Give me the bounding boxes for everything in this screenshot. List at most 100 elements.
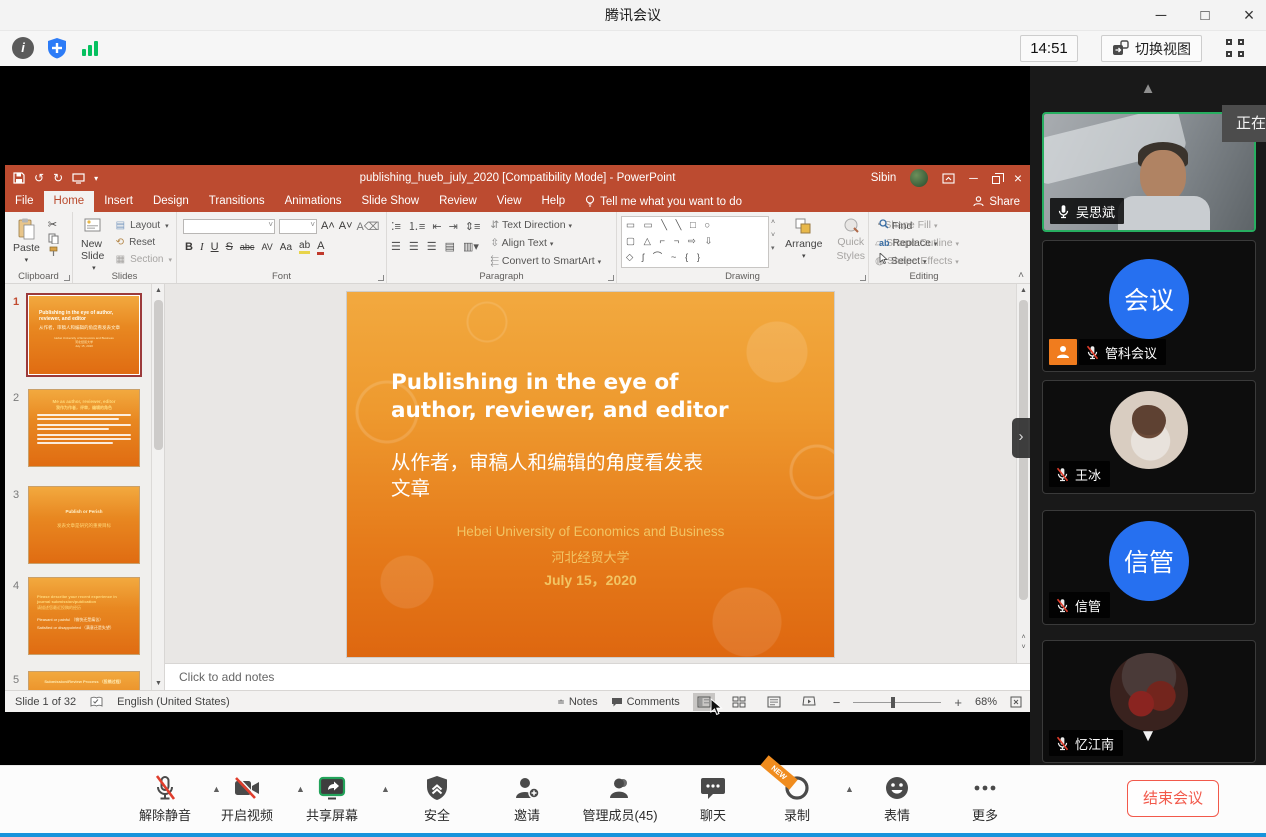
ppt-restore-button[interactable] [992, 176, 1000, 184]
character-spacing-button[interactable]: AV [261, 242, 272, 252]
slide-thumbnail-4[interactable]: Please describe your recent experience i… [28, 577, 140, 655]
zoom-level[interactable]: 68% [975, 696, 997, 708]
zoom-slider[interactable] [853, 702, 941, 703]
expand-panel-chevron[interactable]: › [1012, 418, 1030, 458]
window-close-button[interactable]: × [1240, 5, 1258, 26]
slide-thumbnail-5[interactable]: Submission/Review Process （投稿过程） [28, 671, 140, 690]
tab-review[interactable]: Review [429, 191, 487, 212]
justify-button[interactable]: ▤ [445, 240, 455, 253]
quick-styles-button[interactable]: Quick Styles [832, 216, 869, 264]
record-button[interactable]: NEW 录制 [742, 773, 852, 824]
thumbnail-scrollbar[interactable]: ▲ ▼ [151, 284, 164, 690]
drawing-dialog-launcher[interactable] [860, 275, 866, 281]
slide-scrollbar[interactable]: ▲ ˄ ˅ [1016, 284, 1030, 663]
slide-sorter-view-button[interactable] [728, 693, 750, 711]
font-name-select[interactable] [183, 219, 275, 234]
window-maximize-button[interactable]: □ [1196, 7, 1214, 24]
previous-slide-icon[interactable]: ˄ [1017, 634, 1030, 641]
text-shadow-button[interactable]: abc [240, 242, 255, 252]
participant-tile[interactable]: 信管 信管 [1042, 510, 1256, 625]
participant-tile[interactable]: 王冰 [1042, 380, 1256, 494]
zoom-in-button[interactable]: + [954, 695, 962, 710]
tab-file[interactable]: File [5, 191, 44, 212]
replace-button[interactable]: ab Replace ▾ [879, 235, 969, 253]
tab-insert[interactable]: Insert [94, 191, 143, 212]
save-icon[interactable] [13, 172, 25, 184]
ppt-minimize-button[interactable]: ─ [969, 171, 978, 185]
format-painter-icon[interactable] [48, 246, 59, 257]
participants-scroll-up-icon[interactable]: ▲ [1030, 80, 1266, 97]
reset-button[interactable]: ⟲Reset [116, 234, 172, 251]
tab-slide-show[interactable]: Slide Show [352, 191, 430, 212]
ppt-account-name[interactable]: Sibin [871, 172, 897, 184]
start-slideshow-icon[interactable] [72, 173, 85, 184]
font-dialog-launcher[interactable] [378, 275, 384, 281]
new-slide-button[interactable]: New Slide ▾ [77, 216, 111, 274]
participant-tile[interactable]: 会议 管科会议 [1042, 240, 1256, 372]
ribbon-display-options-icon[interactable] [942, 173, 955, 184]
slide-scroll-up-icon[interactable]: ▲ [1017, 287, 1030, 294]
ppt-account-avatar[interactable] [910, 169, 928, 187]
tab-home[interactable]: Home [44, 191, 95, 212]
find-button[interactable]: Find [879, 218, 969, 235]
slide-thumbnail-3[interactable]: Publish or Perish 发表文章是研究的重要目标 [28, 486, 140, 564]
collapse-ribbon-icon[interactable]: ˄ [1018, 270, 1024, 281]
current-slide[interactable]: Publishing in the eye of author, reviewe… [346, 291, 835, 658]
tab-animations[interactable]: Animations [275, 191, 352, 212]
slide-thumbnail-1[interactable]: Publishing in the eye of author, reviewe… [28, 295, 140, 375]
tab-help[interactable]: Help [532, 191, 576, 212]
layout-button[interactable]: ▤Layout▾ [116, 217, 172, 234]
ppt-close-button[interactable]: × [1014, 170, 1022, 186]
slide-editing-area[interactable]: Publishing in the eye of author, reviewe… [165, 284, 1030, 663]
convert-smartart-button[interactable]: ⬱ Convert to SmartArt ▾ [490, 253, 601, 271]
increase-indent-button[interactable]: ⇥ [449, 220, 458, 233]
slide-thumbnail-2[interactable]: Me as author, reviewer, editor 我作为作者，评审，… [28, 389, 140, 467]
notes-pane[interactable]: Click to add notes [165, 663, 1030, 690]
tab-transitions[interactable]: Transitions [199, 191, 275, 212]
font-color-button[interactable]: A [317, 240, 324, 255]
columns-button[interactable]: ▥▾ [463, 240, 479, 253]
redo-icon[interactable]: ↻ [53, 171, 63, 185]
align-right-button[interactable]: ☰ [427, 240, 437, 253]
slideshow-view-button[interactable] [798, 693, 820, 711]
ppt-share-button[interactable]: Share [973, 191, 1020, 212]
highlight-color-button[interactable]: ab [299, 240, 310, 254]
tab-design[interactable]: Design [143, 191, 199, 212]
next-slide-icon[interactable]: ˅ [1017, 644, 1030, 651]
reading-view-button[interactable] [763, 693, 785, 711]
bold-button[interactable]: B [185, 241, 193, 253]
notes-toggle[interactable]: ≐Notes [557, 696, 597, 708]
language-status[interactable]: English (United States) [117, 696, 230, 708]
copy-icon[interactable] [48, 233, 59, 244]
end-meeting-button[interactable]: 结束会议 [1127, 780, 1219, 817]
select-button[interactable]: Select ▾ [879, 253, 969, 271]
thumb-scroll-up-icon[interactable]: ▲ [152, 287, 165, 294]
paste-button[interactable]: Paste ▾ [9, 216, 44, 266]
align-center-button[interactable]: ☰ [409, 240, 419, 253]
zoom-out-button[interactable]: − [833, 695, 841, 710]
align-left-button[interactable]: ☰ [391, 240, 401, 253]
bullets-button[interactable]: ⁚≡ [391, 220, 401, 233]
decrease-indent-button[interactable]: ⇤ [432, 220, 441, 233]
meeting-info-icon[interactable]: i [12, 37, 34, 59]
arrange-button[interactable]: Arrange ▾ [781, 216, 826, 262]
clear-formatting-icon[interactable]: A⌫ [357, 220, 380, 233]
shapes-gallery[interactable]: ▭ ▭ ╲ ╲ □ ○ ▢ △ ⌐ ¬ ⇨ ⇩ ◇ ʃ ⌒ ~ { } [621, 216, 769, 268]
align-text-button[interactable]: ⇳ Align Text ▾ [490, 235, 601, 253]
comments-toggle[interactable]: Comments [611, 696, 680, 708]
section-button[interactable]: ▦Section▾ [116, 251, 172, 268]
share-screen-button[interactable]: 共享屏幕 [277, 773, 387, 824]
numbering-button[interactable]: ⒈≡ [408, 218, 425, 234]
text-direction-button[interactable]: ⇵ Text Direction ▾ [490, 217, 601, 235]
switch-view-button[interactable]: 切换视图 [1101, 35, 1202, 62]
more-button[interactable]: 更多 [930, 773, 1040, 824]
spell-check-icon[interactable] [90, 696, 103, 708]
thumb-scrollbar-thumb[interactable] [154, 300, 163, 450]
change-case-button[interactable]: Aa [280, 242, 292, 253]
clipboard-dialog-launcher[interactable] [64, 275, 70, 281]
tab-view[interactable]: View [487, 191, 532, 212]
cut-icon[interactable]: ✂ [48, 218, 59, 231]
fit-slide-to-window-icon[interactable] [1010, 696, 1022, 708]
shield-protect-icon[interactable] [46, 37, 68, 59]
font-size-select[interactable] [279, 219, 317, 234]
